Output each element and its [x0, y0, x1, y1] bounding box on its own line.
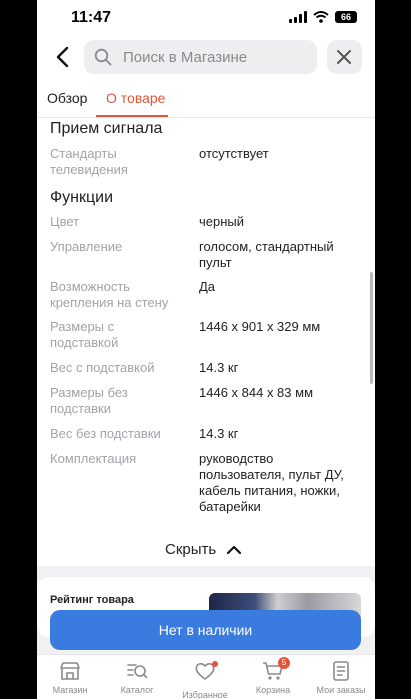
spec-key: Вес без подставки — [50, 426, 161, 441]
close-button[interactable] — [327, 40, 362, 74]
collapse-label: Скрыть — [165, 541, 217, 558]
collapse-button[interactable]: Скрыть — [165, 541, 242, 558]
spec-key: Возможность крепления на стену — [50, 279, 169, 310]
tab-about-product[interactable]: О товаре — [106, 90, 165, 106]
spec-key: Управление — [50, 239, 123, 254]
signal-icon — [289, 11, 307, 23]
spec-value: 1446 x 901 x 329 мм — [199, 319, 321, 334]
bottom-nav: Магазин Каталог Избранное 5 Корзина Мои … — [37, 654, 375, 699]
nav-label: Избранное — [182, 690, 228, 699]
store-icon — [60, 662, 80, 680]
battery-icon: 66 — [335, 11, 357, 23]
catalog-search-icon — [127, 664, 148, 679]
chevron-up-icon — [227, 545, 242, 554]
status-bar: 11:47 66 — [37, 0, 375, 38]
spec-key: Комплектация — [50, 451, 137, 466]
section-title-reception: Прием сигнала — [50, 120, 163, 137]
spec-key: Размеры с подставкой — [50, 319, 119, 350]
spec-value: 14.3 кг — [199, 360, 239, 375]
search-icon — [94, 48, 112, 66]
status-time: 11:47 — [71, 9, 112, 26]
spec-key: Вес с подставкой — [50, 360, 155, 375]
spec-value: Да — [199, 279, 216, 294]
spec-value: голосом, стандартный пульт — [199, 239, 334, 270]
spec-key: Размеры без подставки — [50, 385, 128, 416]
spec-value: отсутствует — [199, 146, 269, 161]
tab-overview[interactable]: Обзор — [47, 90, 87, 106]
spec-key: Стандарты телевидения — [50, 146, 128, 177]
spec-value: 1446 x 844 x 83 мм — [199, 385, 314, 400]
section-title-functions: Функции — [50, 189, 114, 206]
nav-item-favorites[interactable]: Избранное — [172, 661, 238, 699]
nav-item-orders[interactable]: Мои заказы — [308, 661, 374, 695]
notification-dot — [212, 661, 218, 667]
spec-key: Цвет — [50, 214, 80, 229]
nav-label: Корзина — [255, 685, 291, 695]
close-icon — [337, 50, 351, 64]
spec-value: черный — [199, 214, 245, 229]
spec-value: 14.3 кг — [199, 426, 239, 441]
status-icons: 66 — [289, 11, 357, 23]
search-placeholder: Поиск в Магазине — [123, 49, 248, 66]
spec-value: руководство пользователя, пульт ДУ, кабе… — [199, 451, 344, 514]
back-arrow-icon[interactable] — [51, 44, 77, 70]
scrollbar[interactable] — [370, 272, 373, 384]
wifi-icon — [313, 11, 329, 23]
out-of-stock-button[interactable]: Нет в наличии — [50, 610, 361, 650]
orders-icon — [333, 661, 349, 681]
product-details-screen: 11:47 66 Поиск в Магазине Обзор О товаре… — [37, 0, 375, 699]
nav-label: Мои заказы — [316, 685, 366, 695]
nav-label: Магазин — [52, 685, 88, 695]
nav-item-catalog[interactable]: Каталог — [104, 661, 170, 695]
nav-item-store[interactable]: Магазин — [37, 661, 103, 695]
tabs-divider — [37, 117, 375, 118]
cart-badge: 5 — [278, 657, 290, 669]
nav-item-cart[interactable]: 5 Корзина — [240, 657, 306, 695]
search-input[interactable]: Поиск в Магазине — [84, 40, 317, 74]
rating-label: Рейтинг товара — [50, 594, 134, 606]
nav-label: Каталог — [120, 685, 154, 695]
